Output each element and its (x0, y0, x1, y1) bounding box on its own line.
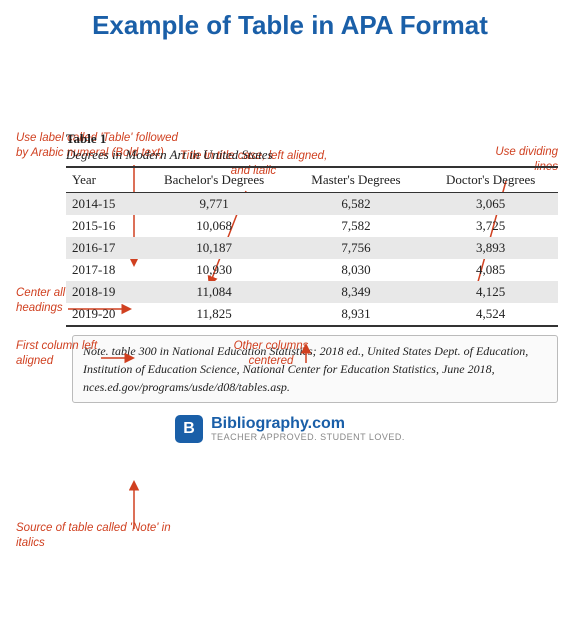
table-row: 2018-19 11,084 8,349 4,125 (66, 281, 558, 303)
table-row: 2016-17 10,187 7,756 3,893 (66, 237, 558, 259)
cell-doc-1: 3,725 (423, 215, 558, 237)
cell-bach-5: 11,825 (140, 303, 289, 326)
header-year: Year (66, 167, 140, 193)
cell-bach-4: 11,084 (140, 281, 289, 303)
header-master: Master's Degrees (289, 167, 424, 193)
cell-doc-2: 3,893 (423, 237, 558, 259)
cell-bach-0: 9,771 (140, 193, 289, 216)
table-row: 2014-15 9,771 6,582 3,065 (66, 193, 558, 216)
cell-doc-5: 4,524 (423, 303, 558, 326)
table-row: 2015-16 10,068 7,582 3,725 (66, 215, 558, 237)
cell-year-5: 2019-20 (66, 303, 140, 326)
cell-year-4: 2018-19 (66, 281, 140, 303)
annotation-first-col: First column left aligned (16, 339, 101, 369)
logo-name: Bibliography.com (211, 415, 405, 433)
cell-year-0: 2014-15 (66, 193, 140, 216)
cell-mast-4: 8,349 (289, 281, 424, 303)
cell-year-2: 2016-17 (66, 237, 140, 259)
cell-bach-1: 10,068 (140, 215, 289, 237)
apa-table: Year Bachelor's Degrees Master's Degrees… (66, 166, 558, 327)
table-row: 2019-20 11,825 8,931 4,524 (66, 303, 558, 326)
cell-mast-2: 7,756 (289, 237, 424, 259)
cell-doc-0: 3,065 (423, 193, 558, 216)
logo-bar: B Bibliography.com Teacher Approved. Stu… (16, 415, 564, 443)
header-doctor: Doctor's Degrees (423, 167, 558, 193)
cell-year-3: 2017-18 (66, 259, 140, 281)
table-row: 2017-18 10,930 8,030 4,085 (66, 259, 558, 281)
cell-doc-4: 4,125 (423, 281, 558, 303)
annotation-other-cols: Other columns centered (216, 339, 326, 369)
table-title: Degrees in Modern Art in United States (66, 147, 558, 163)
cell-mast-5: 8,931 (289, 303, 424, 326)
header-bachelor: Bachelor's Degrees (140, 167, 289, 193)
table-footer-line (66, 326, 558, 327)
logo-text-group: Bibliography.com Teacher Approved. Stude… (211, 415, 405, 442)
cell-mast-3: 8,030 (289, 259, 424, 281)
annotation-note-source: Source of table called 'Note' in italics (16, 521, 171, 551)
cell-bach-2: 10,187 (140, 237, 289, 259)
logo-tagline: Teacher Approved. Student Loved. (211, 433, 405, 443)
table-header-row: Year Bachelor's Degrees Master's Degrees… (66, 167, 558, 193)
logo-icon: B (175, 415, 203, 443)
cell-mast-1: 7,582 (289, 215, 424, 237)
cell-mast-0: 6,582 (289, 193, 424, 216)
table-label: Table 1 (66, 131, 558, 147)
cell-doc-3: 4,085 (423, 259, 558, 281)
cell-year-1: 2015-16 (66, 215, 140, 237)
cell-bach-3: 10,930 (140, 259, 289, 281)
main-title: Example of Table in APA Format (16, 10, 564, 41)
